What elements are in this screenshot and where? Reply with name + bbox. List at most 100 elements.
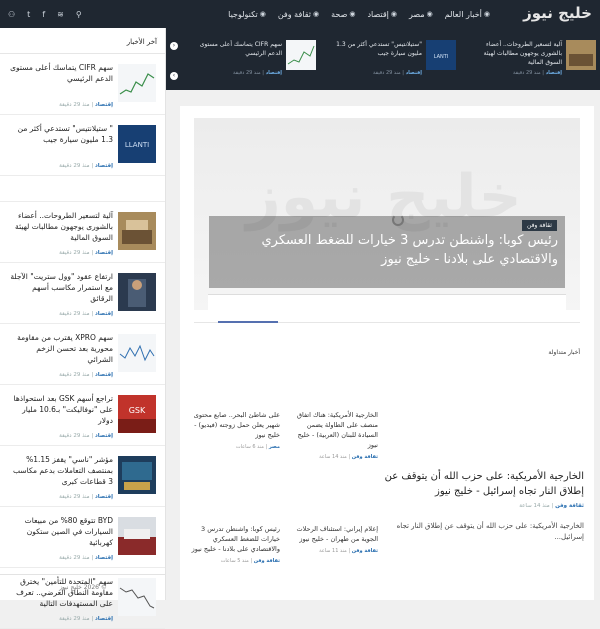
- list-item[interactable]: [0, 176, 165, 202]
- list-item[interactable]: مؤشر "ناسي" يقفز 1.15% بمنتصف التعاملات …: [0, 446, 165, 507]
- news-title[interactable]: ارتفاع عقود "وول ستريت" الآجلة مع استمرا…: [10, 271, 113, 304]
- ticker-meta: إقتصاد | منذ 29 دقيقة: [233, 70, 282, 76]
- news-title[interactable]: سهم CIFR يتماسك أعلى مستوى الدعم الرئيسي: [10, 62, 113, 84]
- ticker-title[interactable]: سهم CIFR يتماسك أعلى مستوى الدعم الرئيسي: [194, 40, 282, 58]
- news-thumbnail[interactable]: LANTI: [426, 40, 456, 70]
- list-item[interactable]: سهم CIFR يتماسك أعلى مستوى الدعم الرئيسي…: [0, 54, 165, 115]
- chevron-down-icon[interactable]: ›: [170, 72, 178, 80]
- list-item[interactable]: سهم XPRO يقترب من مقاومة محورية بعد تحسن…: [0, 324, 165, 385]
- trending-card[interactable]: إعلام إيراني: استئناف الرحلات الجوية من …: [288, 524, 378, 554]
- news-meta: إقتصاد | منذ 29 دقيقة: [59, 102, 113, 108]
- news-title[interactable]: تراجع أسهم GSK بعد استحواذها على "نوفالي…: [10, 393, 113, 426]
- nav-item-economy[interactable]: ◉ إقتصاد: [367, 10, 397, 19]
- card-title[interactable]: رئيس كوبا: واشنطن تدرس 3 خيارات للضغط ال…: [190, 524, 280, 554]
- latest-news-sidebar: آخر الأخبار سهم CIFR يتماسك أعلى مستوى ا…: [0, 28, 166, 629]
- facebook-icon[interactable]: f: [42, 10, 45, 19]
- ticker-meta: إقتصاد | منذ 29 دقيقة: [373, 70, 422, 76]
- news-meta: إقتصاد | منذ 29 دقيقة: [59, 555, 113, 561]
- news-thumbnail[interactable]: [118, 517, 156, 555]
- list-item[interactable]: LLANTI " ستيلانتيس" تستدعي أكثر من 1.3 م…: [0, 115, 165, 176]
- card-meta: ثقافة وفن | منذ 14 ساعة: [319, 454, 378, 460]
- trending-section: أخبار متداولة الخارجية الأمريكية: على حز…: [180, 344, 594, 600]
- news-thumbnail[interactable]: GSK: [118, 395, 156, 433]
- news-thumbnail[interactable]: [118, 273, 156, 311]
- hero-headline[interactable]: رئيس كوبا: واشنطن تدرس 3 خيارات للضغط ال…: [214, 231, 559, 269]
- trending-card[interactable]: الخارجية الأمريكية: هناك اتفاق منصف على …: [288, 410, 378, 460]
- nav-bullet-icon: ◉: [349, 10, 356, 18]
- nav-item-culture[interactable]: ◉ ثقافة وفن: [278, 10, 319, 19]
- news-thumbnail[interactable]: [286, 40, 316, 70]
- news-ticker: ‹ › آلية لتسعير الطروحات.. أعضاء بالشورى…: [166, 28, 600, 90]
- trending-label: أخبار متداولة: [548, 349, 580, 356]
- trending-card[interactable]: رئيس كوبا: واشنطن تدرس 3 خيارات للضغط ال…: [190, 524, 280, 564]
- nav-bullet-icon: ◉: [483, 10, 490, 18]
- featured-meta: ثقافة وفن | منذ 14 ساعة: [519, 503, 584, 509]
- news-thumbnail[interactable]: [118, 212, 156, 250]
- card-meta: ثقافة وفن | منذ 11 ساعة: [319, 548, 378, 554]
- sidebar-heading: آخر الأخبار: [0, 28, 165, 54]
- news-meta: إقتصاد | منذ 29 دقيقة: [59, 163, 113, 169]
- rss-icon[interactable]: ≋: [57, 10, 64, 19]
- ticker-item[interactable]: LANTI "ستيلانتيس" تستدعي أكثر من 1.3 ملي…: [330, 38, 456, 78]
- card-title[interactable]: الخارجية الأمريكية: هناك اتفاق منصف على …: [288, 410, 378, 450]
- news-thumbnail[interactable]: [566, 40, 596, 70]
- news-meta: إقتصاد | منذ 29 دقيقة: [59, 372, 113, 378]
- card-title[interactable]: إعلام إيراني: استئناف الرحلات الجوية من …: [288, 524, 378, 544]
- news-meta: إقتصاد | منذ 29 دقيقة: [59, 311, 113, 317]
- hero-caption-bar: [208, 294, 566, 310]
- nav-bullet-icon: ◉: [313, 10, 320, 18]
- news-thumbnail[interactable]: [118, 334, 156, 372]
- ticker-item[interactable]: آلية لتسعير الطروحات.. أعضاء بالشورى يوج…: [470, 38, 596, 78]
- twitter-icon[interactable]: t: [27, 10, 30, 19]
- news-meta: إقتصاد | منذ 29 دقيقة: [59, 433, 113, 439]
- svg-text:LANTI: LANTI: [434, 54, 449, 60]
- user-icon[interactable]: ⚇: [8, 10, 15, 19]
- nav-bullet-icon: ◉: [259, 10, 266, 18]
- loading-spinner-icon: [392, 214, 404, 226]
- ticker-item[interactable]: سهم CIFR يتماسك أعلى مستوى الدعم الرئيسي…: [190, 38, 316, 78]
- news-meta: إقتصاد | منذ 29 دقيقة: [59, 250, 113, 256]
- news-title[interactable]: مؤشر "ناسي" يقفز 1.15% بمنتصف التعاملات …: [10, 454, 113, 487]
- top-navbar: خليج نيوز ◉ أخبار العالم ◉ مصر ◉ إقتصاد ◉ صح…: [0, 0, 600, 28]
- main-content: خليج نيوز ثقافة وفن رئيس كوبا: واشنطن تد…: [180, 106, 594, 600]
- site-logo[interactable]: خليج نيوز: [523, 4, 592, 22]
- ticker-title[interactable]: "ستيلانتيس" تستدعي أكثر من 1.3 مليون سيا…: [334, 40, 422, 58]
- social-links: ⚲ ≋ f t ⚇: [8, 0, 82, 28]
- trending-featured[interactable]: الخارجية الأمريكية: على حزب الله أن يتوق…: [383, 469, 584, 543]
- nav-item-tech[interactable]: ◉ تكنولوجيا: [228, 10, 266, 19]
- card-meta: ثقافة وفن | منذ 5 ساعات: [220, 558, 280, 564]
- list-item[interactable]: ارتفاع عقود "وول ستريت" الآجلة مع استمرا…: [0, 263, 165, 324]
- ticker-title[interactable]: آلية لتسعير الطروحات.. أعضاء بالشورى يوج…: [474, 40, 562, 67]
- chevron-up-icon[interactable]: ‹: [170, 42, 178, 50]
- nav-bullet-icon: ◉: [426, 10, 433, 18]
- card-title[interactable]: على شاطئ البحر.. صابع محتوى شهير يعلن حم…: [190, 410, 280, 440]
- ticker-meta: إقتصاد | منذ 29 دقيقة: [513, 70, 562, 76]
- main-nav: ◉ أخبار العالم ◉ مصر ◉ إقتصاد ◉ صحة ◉ ثقافة و…: [228, 0, 490, 28]
- list-item[interactable]: BYD تتوقع 80% من مبيعات السيارات في الصي…: [0, 507, 165, 568]
- news-title[interactable]: آلية لتسعير الطروحات.. أعضاء بالشورى يوج…: [10, 210, 113, 243]
- trending-card[interactable]: على شاطئ البحر.. صابع محتوى شهير يعلن حم…: [190, 410, 280, 450]
- news-title[interactable]: سهم XPRO يقترب من مقاومة محورية بعد تحسن…: [10, 332, 113, 365]
- news-title[interactable]: " ستيلانتيس" تستدعي أكثر من 1.3 مليون سي…: [10, 123, 113, 145]
- news-title[interactable]: BYD تتوقع 80% من مبيعات السيارات في الصي…: [10, 515, 113, 548]
- nav-item-egypt[interactable]: ◉ مصر: [409, 10, 433, 19]
- sidebar-footer: © 2026 خليج نيوز: [0, 574, 166, 600]
- featured-title[interactable]: الخارجية الأمريكية: على حزب الله أن يتوق…: [383, 469, 584, 499]
- search-icon[interactable]: ⚲: [76, 10, 82, 19]
- news-meta: إقتصاد | منذ 29 دقيقة: [59, 616, 113, 622]
- hero-category-badge[interactable]: ثقافة وفن: [522, 220, 557, 231]
- news-meta: إقتصاد | منذ 29 دقيقة: [59, 494, 113, 500]
- news-thumbnail[interactable]: LLANTI: [118, 125, 156, 163]
- news-thumbnail[interactable]: [118, 456, 156, 494]
- list-item[interactable]: آلية لتسعير الطروحات.. أعضاء بالشورى يوج…: [0, 202, 165, 263]
- list-item[interactable]: GSK تراجع أسهم GSK بعد استحواذها على "نو…: [0, 385, 165, 446]
- news-thumbnail[interactable]: [118, 64, 156, 102]
- tab-active-indicator[interactable]: [218, 321, 278, 323]
- nav-bullet-icon: ◉: [390, 10, 397, 18]
- card-meta: مصر | منذ 6 ساعات: [235, 444, 280, 450]
- featured-excerpt: الخارجية الأمريكية: على حزب الله أن يتوق…: [396, 522, 584, 541]
- nav-item-health[interactable]: ◉ صحة: [331, 10, 355, 19]
- nav-item-world[interactable]: ◉ أخبار العالم: [445, 10, 490, 19]
- hero-slider[interactable]: خليج نيوز ثقافة وفن رئيس كوبا: واشنطن تد…: [194, 118, 580, 310]
- svg-text:LLANTI: LLANTI: [125, 141, 149, 149]
